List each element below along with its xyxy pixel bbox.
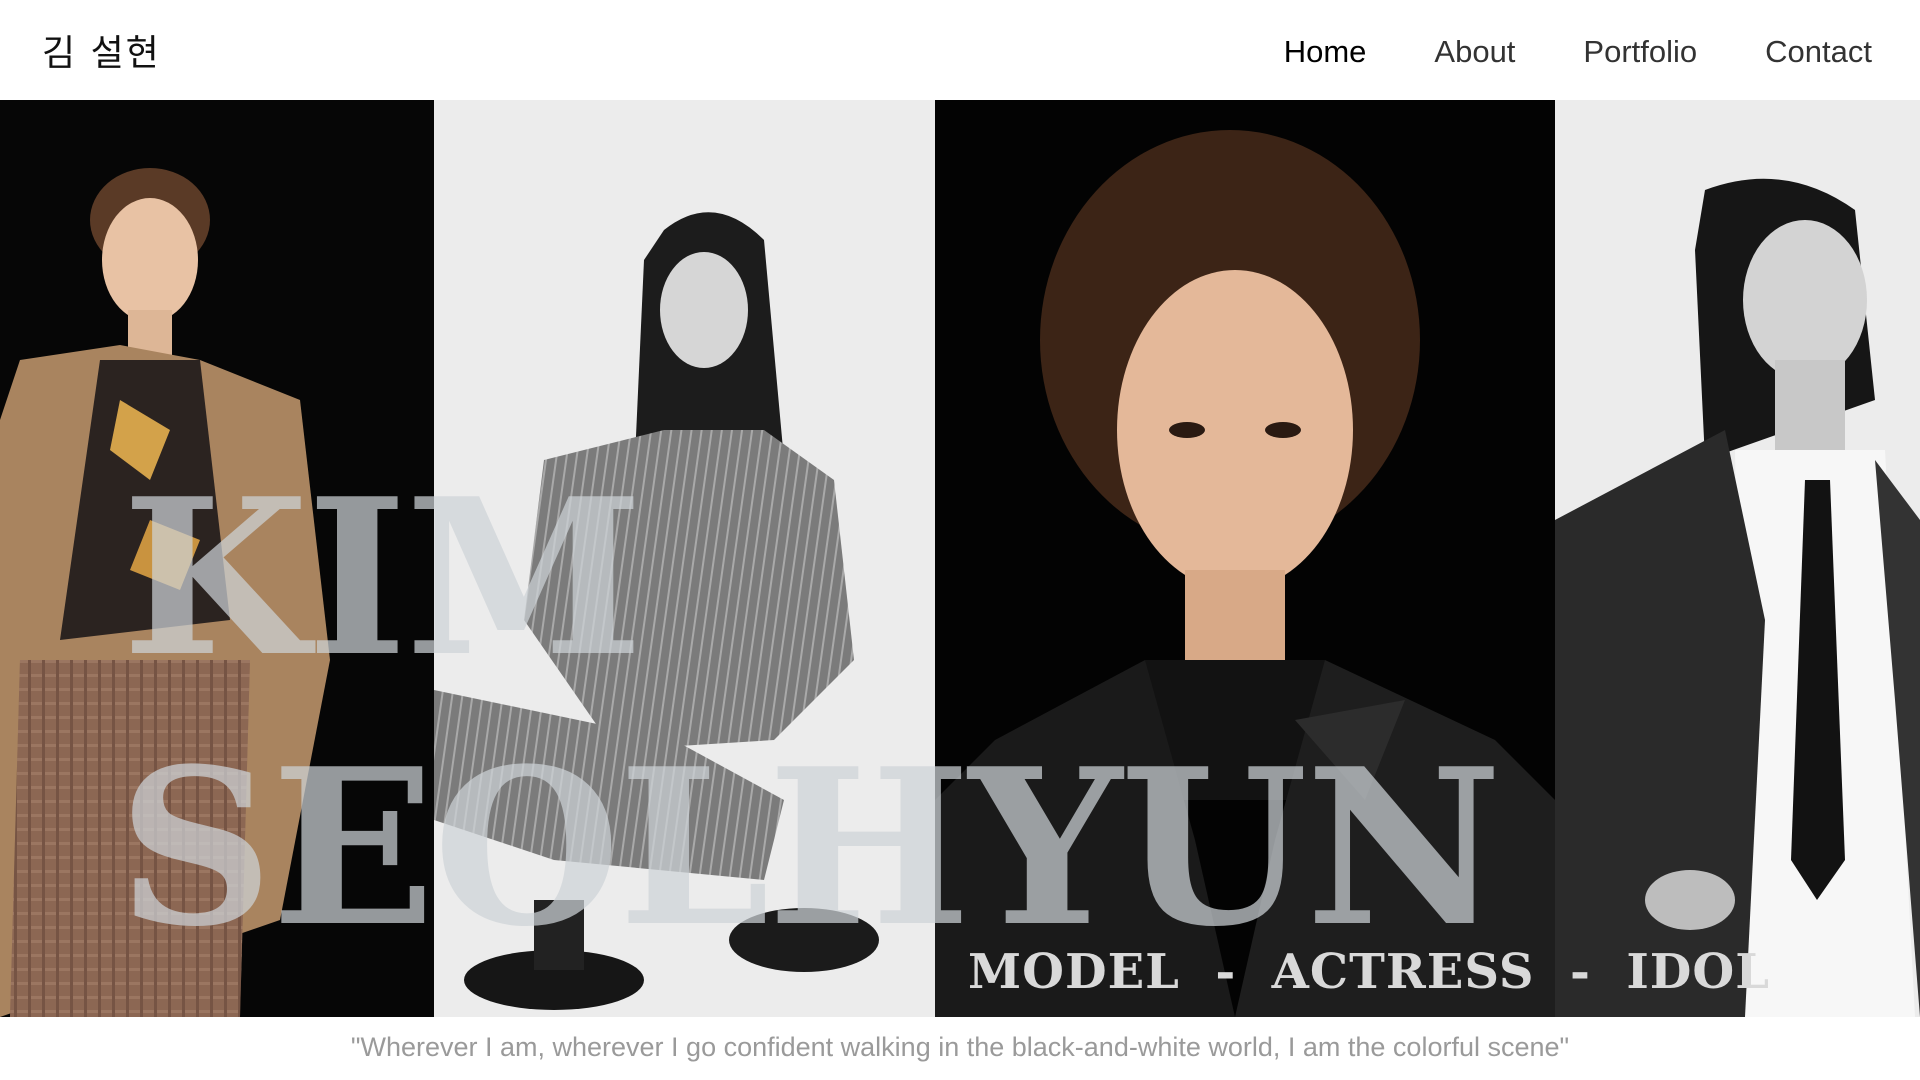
site-logo[interactable]: 김 설현 <box>42 24 161 76</box>
tagline-quote: "Wherever I am, wherever I go confident … <box>350 1032 1570 1062</box>
site-header: 김 설현 Home About Portfolio Contact <box>0 0 1920 100</box>
nav-about-link[interactable]: About <box>1434 34 1515 70</box>
portrait-image-4 <box>1555 100 1920 1017</box>
hero-title-line-2: SEOLHYUN <box>118 721 1502 974</box>
nav-contact-link[interactable]: Contact <box>1765 34 1872 70</box>
nav-home-link[interactable]: Home <box>1284 34 1367 70</box>
hero-roles: MODEL - ACTRESS - IDOL <box>968 944 1770 1000</box>
nav-portfolio-link[interactable]: Portfolio <box>1583 34 1697 70</box>
portrait-panel-4 <box>1555 100 1920 1017</box>
hero-gallery: KIM SEOLHYUN MODEL - ACTRESS - IDOL <box>0 100 1920 1017</box>
hero-title-line-1: KIM <box>122 451 643 704</box>
main-nav: Home About Portfolio Contact <box>1284 34 1872 70</box>
